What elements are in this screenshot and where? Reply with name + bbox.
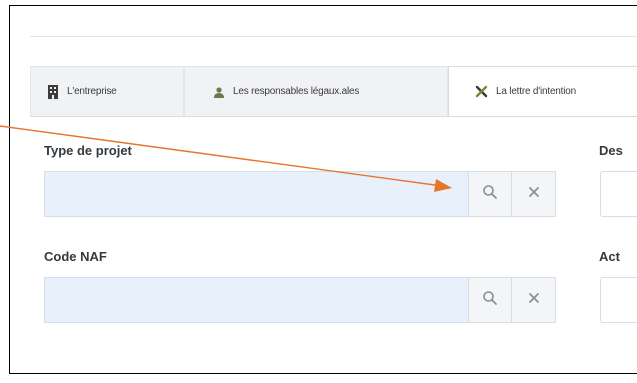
type-projet-group xyxy=(44,171,556,217)
tab-underline xyxy=(30,116,637,117)
tab-bar: L'entreprise Les responsables légaux.ale… xyxy=(30,66,637,116)
user-icon xyxy=(213,86,225,98)
description-input[interactable] xyxy=(600,171,637,217)
activite-input[interactable] xyxy=(600,277,637,323)
top-divider xyxy=(30,36,637,37)
tab-label: Les responsables légaux.ales xyxy=(233,86,360,97)
type-projet-input[interactable] xyxy=(44,171,468,217)
code-naf-group xyxy=(44,277,556,323)
search-icon xyxy=(482,290,498,311)
search-button[interactable] xyxy=(468,171,512,217)
screenshot-frame: L'entreprise Les responsables légaux.ale… xyxy=(9,5,637,374)
close-icon xyxy=(528,185,540,203)
clear-button[interactable] xyxy=(512,277,556,323)
type-projet-label: Type de projet xyxy=(44,143,132,158)
clear-button[interactable] xyxy=(512,171,556,217)
description-label: Des xyxy=(599,143,623,158)
close-icon xyxy=(528,291,540,309)
activite-label: Act xyxy=(599,249,620,264)
tab-responsables[interactable]: Les responsables légaux.ales xyxy=(184,66,448,116)
search-button[interactable] xyxy=(468,277,512,323)
search-icon xyxy=(482,184,498,205)
code-naf-input[interactable] xyxy=(44,277,468,323)
code-naf-label: Code NAF xyxy=(44,249,107,264)
building-icon xyxy=(47,84,59,99)
tab-label: La lettre d'intention xyxy=(496,86,576,97)
tab-lettre-intention[interactable]: La lettre d'intention xyxy=(448,66,637,116)
tab-entreprise[interactable]: L'entreprise xyxy=(30,66,184,116)
tab-label: L'entreprise xyxy=(67,86,117,97)
tools-icon xyxy=(475,85,488,98)
